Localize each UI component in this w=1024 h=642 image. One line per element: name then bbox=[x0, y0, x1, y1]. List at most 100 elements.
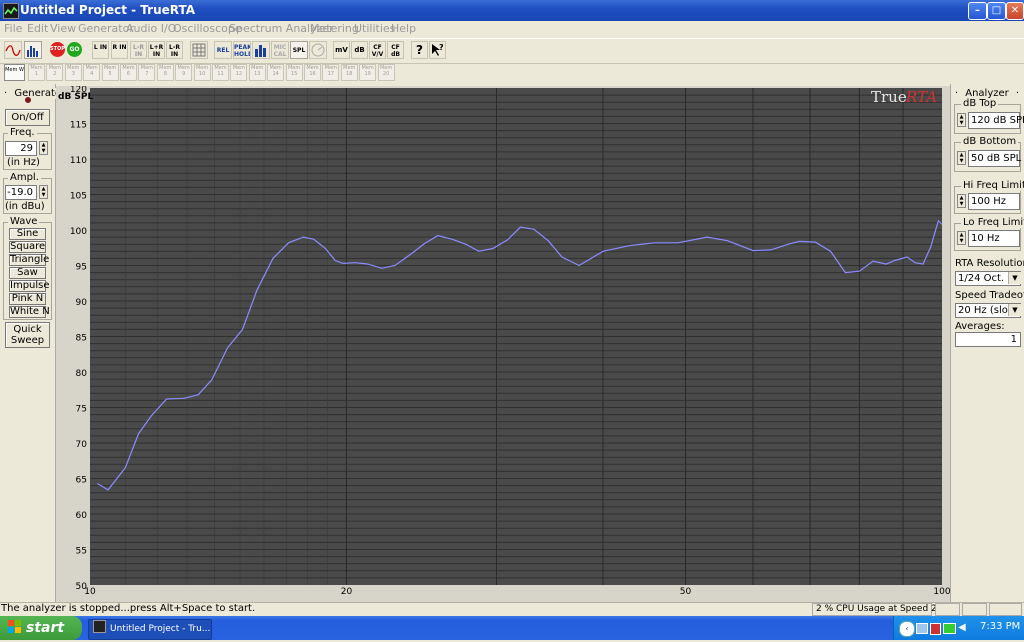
right-in-button[interactable]: R IN bbox=[111, 41, 128, 59]
memory-button[interactable]: Mem 19 bbox=[359, 64, 377, 81]
context-help-button[interactable]: ? bbox=[429, 41, 446, 59]
db-button[interactable]: dB bbox=[351, 41, 368, 59]
wave-white-noise-button[interactable]: White N bbox=[9, 306, 50, 318]
y-axis-unit: dB SPL bbox=[58, 92, 94, 102]
memory-button[interactable]: Mem 15 bbox=[285, 64, 303, 81]
network-icon[interactable] bbox=[916, 623, 928, 634]
freq-input[interactable]: 29 bbox=[5, 141, 37, 156]
tray-expand-icon[interactable]: ‹ bbox=[899, 621, 915, 637]
cf-db-button[interactable]: CF dB bbox=[387, 41, 404, 59]
db-top-field[interactable]: 120 dB SPL bbox=[968, 112, 1024, 129]
speed-tradeoff-label: Speed Tradeoff: bbox=[955, 290, 1024, 301]
spl-button[interactable]: SPL bbox=[290, 41, 308, 59]
rta-chart[interactable]: 12011511010510095908580757065605550dB SP… bbox=[56, 86, 950, 602]
hi-freq-field[interactable]: 100 Hz bbox=[968, 193, 1020, 210]
memory-button[interactable]: Mem 14 bbox=[267, 64, 285, 81]
spectrum-view-button[interactable] bbox=[24, 41, 42, 59]
memory-button[interactable]: Mem 4 bbox=[83, 64, 101, 81]
averages-field[interactable]: 1 bbox=[955, 332, 1021, 347]
window-title: Untitled Project - TrueRTA bbox=[20, 3, 195, 17]
wave-square-button[interactable]: Square bbox=[9, 241, 46, 253]
y-tick-label: 70 bbox=[76, 440, 88, 450]
ampl-spinner[interactable]: ▲ ▼ bbox=[39, 185, 48, 199]
memory-button[interactable]: Mem 2 bbox=[46, 64, 64, 81]
oscilloscope-view-button[interactable] bbox=[4, 41, 22, 59]
maximize-button[interactable]: □ bbox=[987, 2, 1006, 20]
memory-button[interactable]: Mem 3 bbox=[64, 64, 82, 81]
close-button[interactable]: ✕ bbox=[1006, 2, 1024, 20]
minimize-button[interactable]: – bbox=[968, 2, 987, 20]
l-plus-r-in-button[interactable]: L+R IN bbox=[148, 41, 165, 59]
memory-button[interactable]: Mem 1 bbox=[28, 64, 45, 81]
size-grip[interactable] bbox=[989, 603, 1022, 616]
menu-edit[interactable]: Edit bbox=[27, 22, 48, 35]
go-button[interactable]: GO bbox=[67, 42, 82, 57]
lo-freq-spinner[interactable]: ▲ ▼ bbox=[957, 231, 966, 245]
average-bars-button[interactable] bbox=[252, 41, 270, 59]
memory-button[interactable]: Mem 16 bbox=[304, 64, 321, 81]
freq-label: Freq. bbox=[8, 127, 37, 138]
menu-view[interactable]: View bbox=[50, 22, 76, 35]
memory-button[interactable]: Mem 8 bbox=[156, 64, 174, 81]
memory-button[interactable]: Mem 7 bbox=[138, 64, 156, 81]
memory-button[interactable]: Mem 10 bbox=[193, 64, 211, 81]
menu-file[interactable]: File bbox=[4, 22, 22, 35]
cf-vv-button[interactable]: CF V/V bbox=[369, 41, 386, 59]
hi-freq-spinner[interactable]: ▲ ▼ bbox=[957, 194, 966, 208]
left-in-button[interactable]: L IN bbox=[92, 41, 109, 59]
y-tick-label: 85 bbox=[76, 334, 87, 344]
wave-impulse-button[interactable]: Impulse bbox=[9, 280, 50, 292]
menu-utilities[interactable]: Utilities bbox=[354, 22, 395, 35]
truerta-icon bbox=[93, 620, 106, 633]
wave-sine-button[interactable]: Sine bbox=[9, 228, 46, 240]
l-minus-r-in-button[interactable]: L-R IN bbox=[130, 41, 147, 59]
db-bottom-field[interactable]: 50 dB SPL bbox=[968, 150, 1021, 167]
db-top-spinner[interactable]: ▲ ▼ bbox=[957, 113, 966, 127]
grid-button[interactable] bbox=[190, 41, 208, 59]
memory-button[interactable]: Mem 5 bbox=[101, 64, 119, 81]
taskbar-item-truerta[interactable]: Untitled Project - Tru... bbox=[88, 619, 212, 640]
peak-hold-button[interactable]: PEAK HOLD bbox=[233, 41, 251, 59]
memory-button[interactable]: Mem 11 bbox=[212, 64, 229, 81]
memory-button[interactable]: Mem 20 bbox=[377, 64, 395, 81]
relative-button[interactable]: REL bbox=[214, 41, 232, 59]
memory-button[interactable]: Mem 9 bbox=[175, 64, 193, 81]
volume-icon[interactable]: ◀ bbox=[958, 622, 968, 633]
ampl-input[interactable]: -19.0 bbox=[5, 185, 37, 200]
wave-triangle-button[interactable]: Triangle bbox=[9, 254, 49, 266]
wave-pink-noise-button[interactable]: Pink N bbox=[9, 293, 46, 305]
quick-sweep-button[interactable]: Quick Sweep bbox=[5, 322, 50, 348]
memory-button[interactable]: Mem 18 bbox=[340, 64, 358, 81]
chevron-down-icon[interactable]: ▼ bbox=[1008, 304, 1021, 316]
memory-button[interactable]: Mem 6 bbox=[120, 64, 137, 81]
stop-button[interactable]: STOP bbox=[50, 42, 65, 57]
l-r-in-button[interactable]: L-R IN bbox=[166, 41, 183, 59]
meter-button[interactable] bbox=[309, 41, 327, 59]
sine-wave-icon bbox=[5, 45, 21, 57]
menu-help[interactable]: Help bbox=[391, 22, 416, 35]
y-tick-label: 100 bbox=[70, 227, 87, 237]
security-shield-icon[interactable] bbox=[930, 623, 941, 635]
start-button[interactable]: start bbox=[0, 616, 82, 640]
memory-w-button[interactable]: Mem W bbox=[4, 64, 25, 81]
memory-button[interactable]: Mem 12 bbox=[230, 64, 248, 81]
safely-remove-icon[interactable] bbox=[943, 623, 956, 634]
memory-button[interactable]: Mem 17 bbox=[322, 64, 340, 81]
help-button[interactable]: ? bbox=[411, 41, 428, 59]
wave-saw-button[interactable]: Saw bbox=[9, 267, 46, 279]
cpu-usage: 2 % CPU Usage at Speed 2 bbox=[812, 603, 937, 616]
menu-audio-io[interactable]: Audio I/O bbox=[126, 22, 176, 35]
freq-unit: (in Hz) bbox=[7, 157, 40, 168]
db-bottom-spinner[interactable]: ▲ ▼ bbox=[957, 151, 966, 165]
millivolt-button[interactable]: mV bbox=[333, 41, 350, 59]
status-pane bbox=[935, 603, 960, 616]
menu-metering[interactable]: Metering bbox=[310, 22, 359, 35]
freq-spinner[interactable]: ▲ ▼ bbox=[39, 141, 48, 155]
lo-freq-field[interactable]: 10 Hz bbox=[968, 230, 1020, 247]
db-top-label: dB Top bbox=[961, 98, 999, 109]
memory-button[interactable]: Mem 13 bbox=[248, 64, 266, 81]
chevron-down-icon[interactable]: ▼ bbox=[1008, 272, 1021, 284]
spectrum-bars-icon bbox=[27, 46, 38, 57]
mic-cal-button[interactable]: MIC CAL bbox=[271, 41, 289, 59]
generator-on-off-button[interactable]: On/Off bbox=[5, 109, 50, 126]
